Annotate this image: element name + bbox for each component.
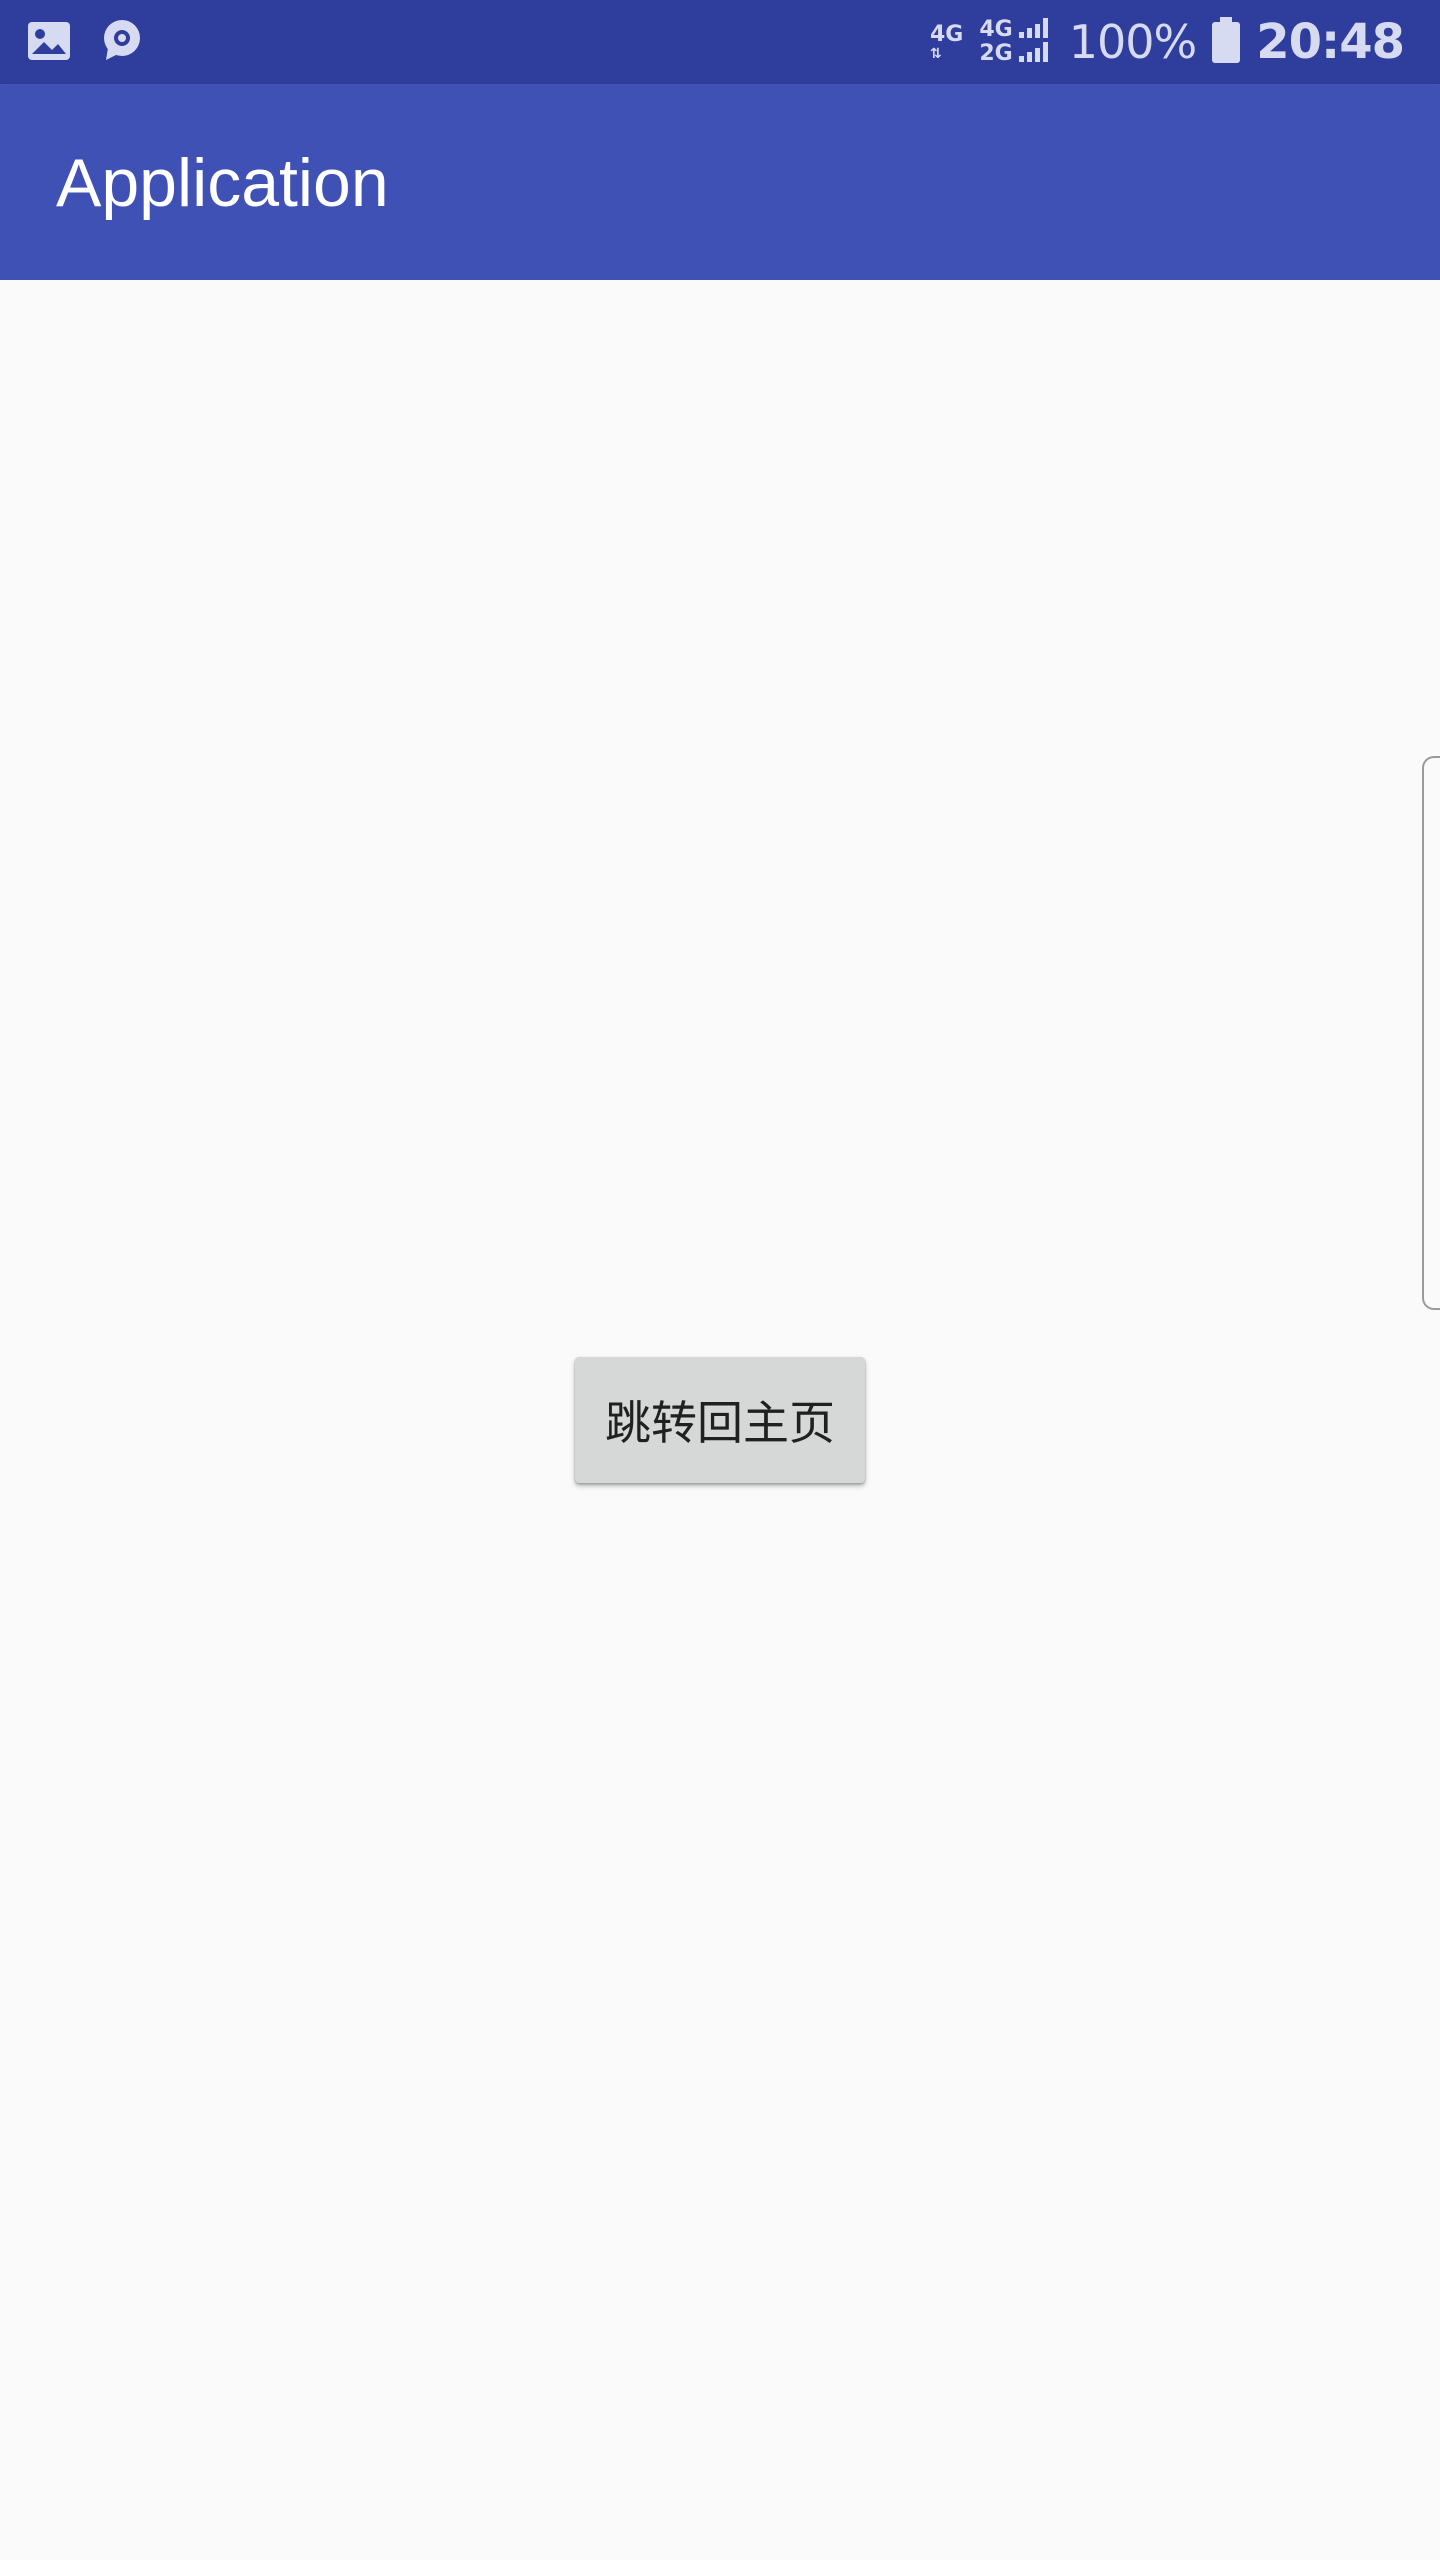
battery-percentage: 100% [1068, 15, 1198, 69]
clock: 20:48 [1256, 14, 1405, 70]
status-bar: 4G ⇅ 4G 2G 100% 20:48 [0, 0, 1440, 84]
network-type-primary: 4G ⇅ [929, 22, 964, 62]
go-home-button[interactable]: 跳转回主页 [575, 1357, 865, 1483]
notification-area [26, 18, 144, 68]
battery-icon [1212, 17, 1241, 67]
app-title: Application [56, 145, 389, 221]
signal-strength-icon [1018, 18, 1053, 66]
dual-sim-signal: 4G 2G [979, 18, 1052, 66]
status-indicators: 4G ⇅ 4G 2G 100% 20:48 [929, 10, 1405, 74]
chat-icon [100, 18, 144, 68]
app-bar: Application [0, 84, 1440, 280]
network-type-secondary-bottom: 2G [979, 41, 1013, 66]
image-icon [26, 18, 72, 68]
network-type-secondary-top: 4G [979, 17, 1013, 42]
data-arrows-icon: ⇅ [929, 46, 942, 62]
edge-panel-handle[interactable] [1422, 756, 1440, 1310]
